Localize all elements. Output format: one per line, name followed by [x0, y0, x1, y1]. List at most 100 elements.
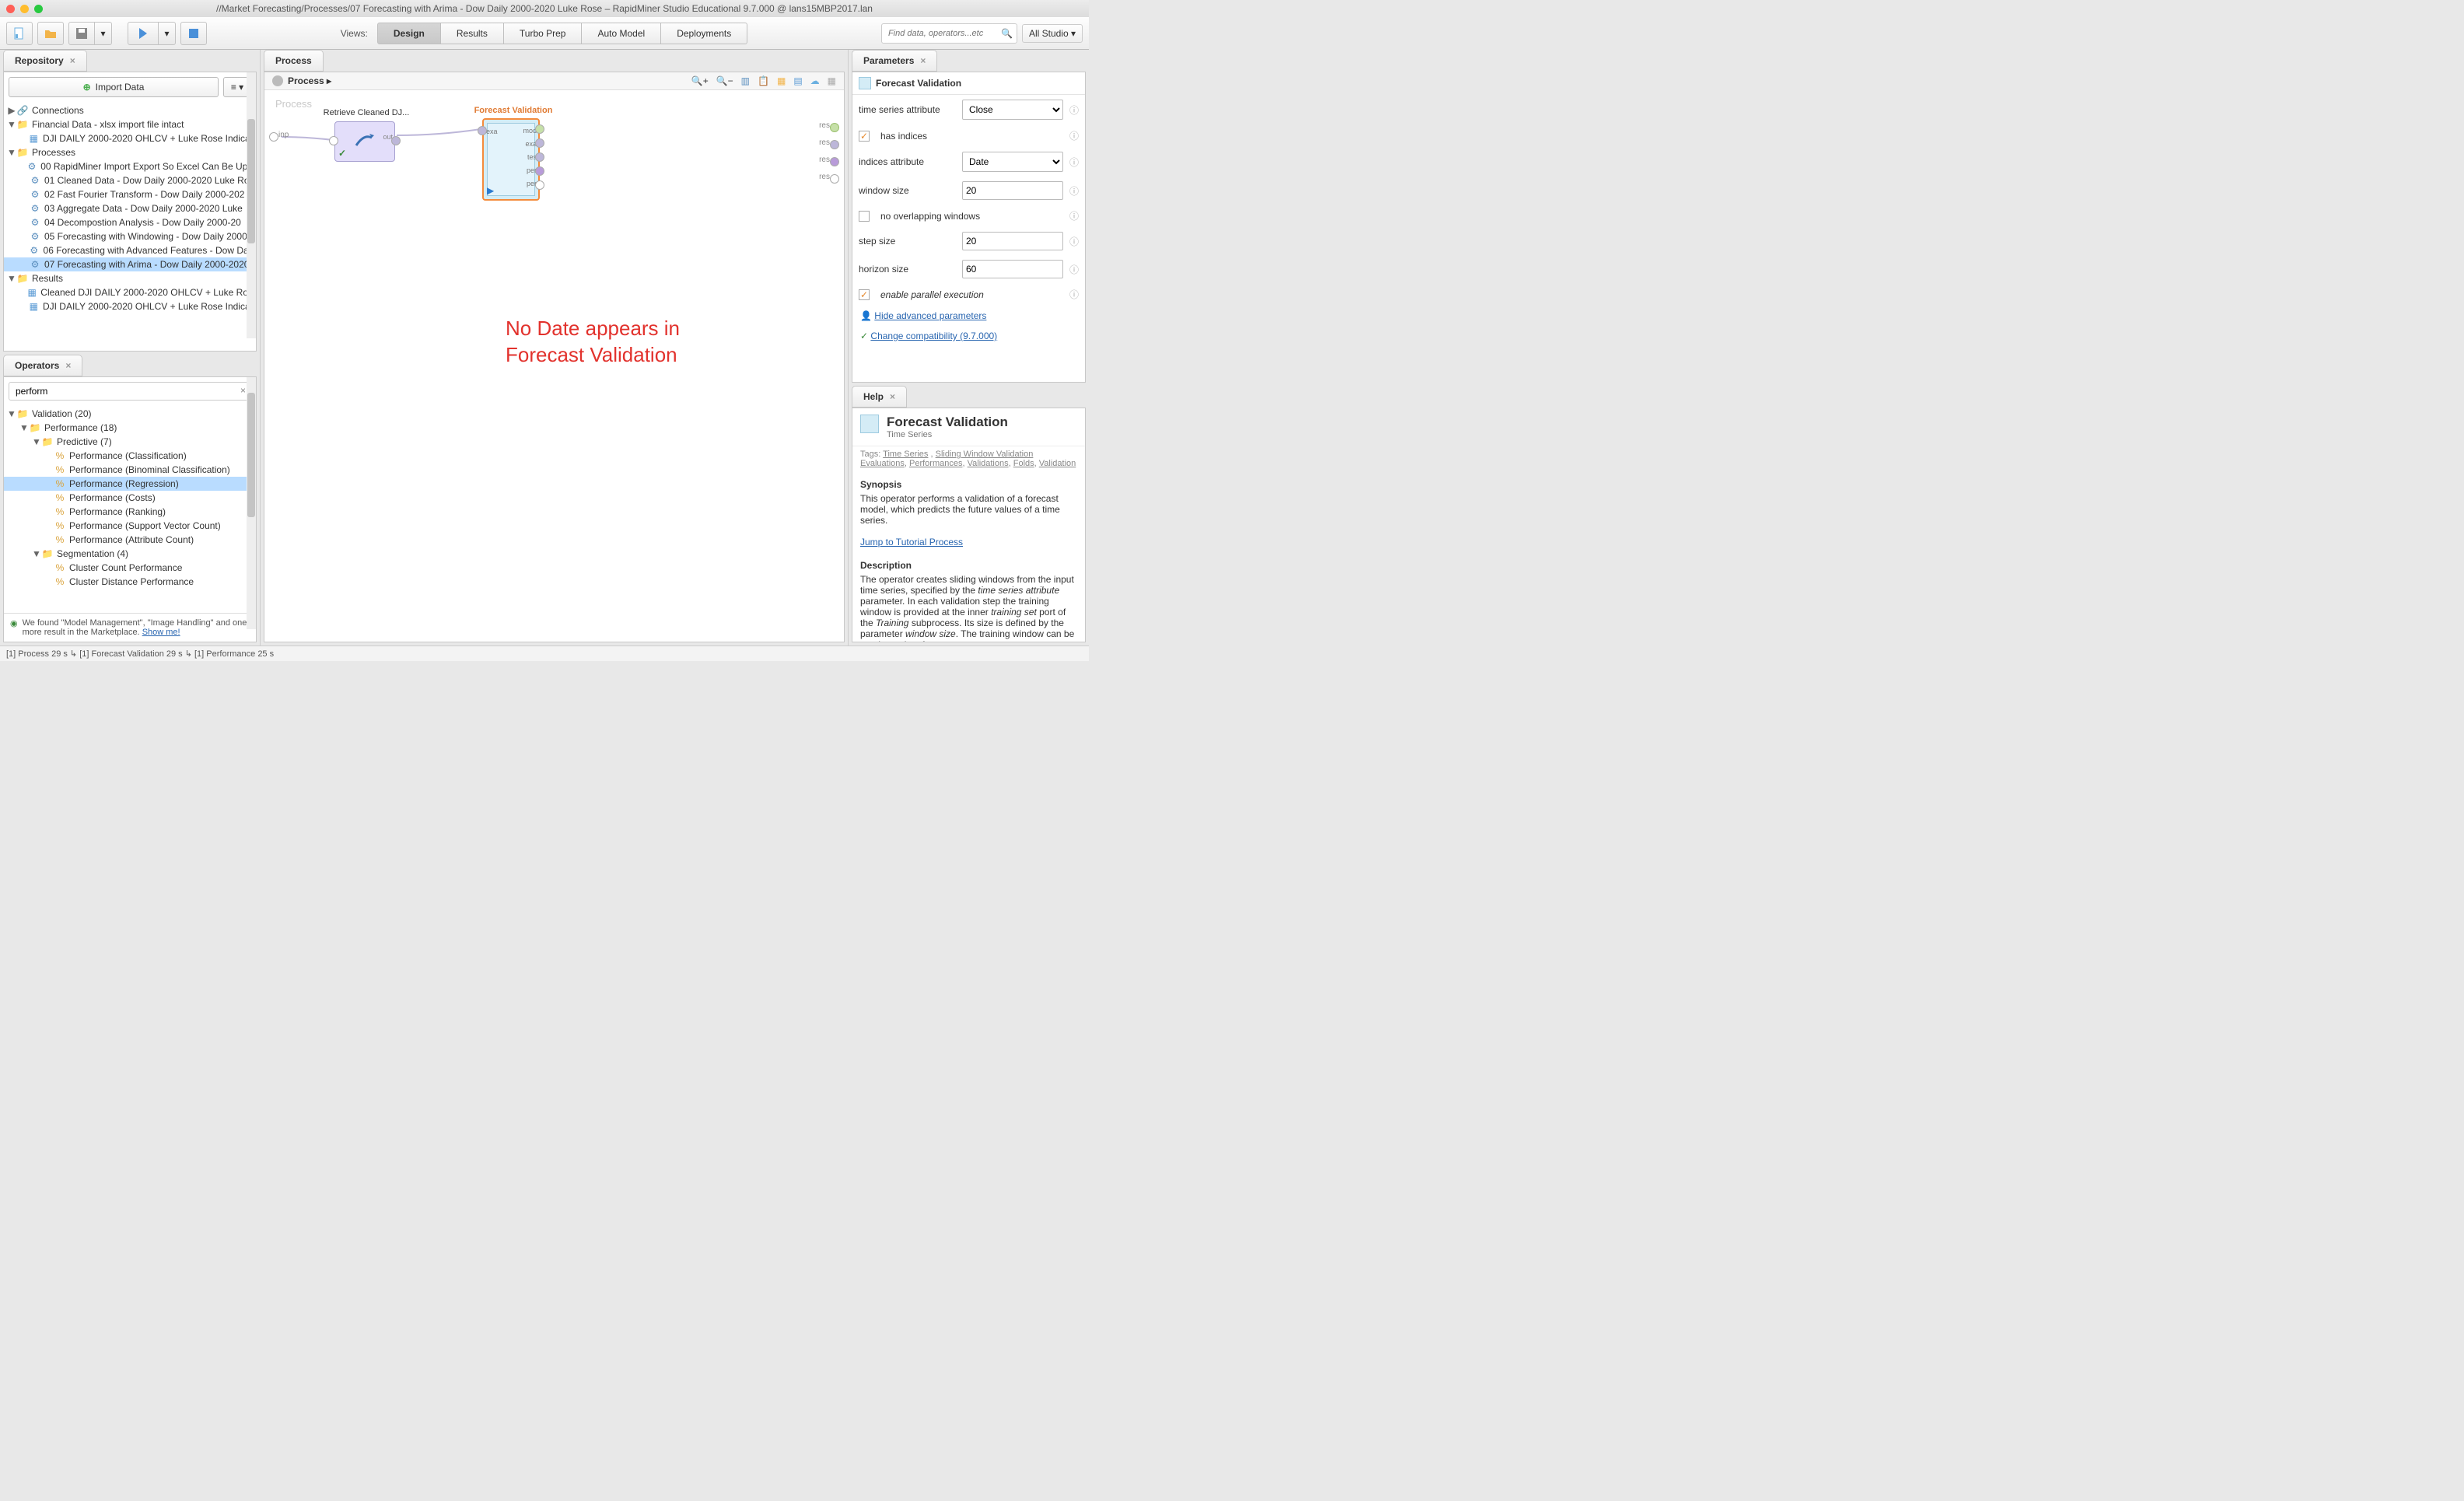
- operator-forecast-validation[interactable]: Forecast Validation exa mod exa tes per …: [482, 118, 540, 201]
- save-dropdown[interactable]: ▾: [95, 22, 112, 45]
- out-port[interactable]: [535, 152, 544, 162]
- view-tab-results[interactable]: Results: [441, 23, 504, 44]
- view-tab-deployments[interactable]: Deployments: [661, 23, 747, 44]
- run-button[interactable]: [128, 22, 159, 45]
- zoom-in-icon[interactable]: 🔍+: [691, 75, 709, 86]
- tree-item[interactable]: ⚙01 Cleaned Data - Dow Daily 2000-2020 L…: [4, 173, 256, 187]
- in-port[interactable]: [329, 136, 338, 145]
- help-icon[interactable]: ⓘ: [1069, 103, 1079, 117]
- stop-button[interactable]: [180, 22, 207, 45]
- hide-advanced-link[interactable]: Hide advanced parameters: [874, 310, 986, 321]
- tree-item[interactable]: %Performance (Classification): [4, 449, 256, 463]
- tree-item[interactable]: %Performance (Attribute Count): [4, 533, 256, 547]
- scrollbar[interactable]: [247, 377, 256, 629]
- input-port[interactable]: [269, 132, 278, 142]
- process-canvas[interactable]: Process inp res res res: [264, 90, 844, 642]
- clipboard-icon[interactable]: 📋: [758, 75, 769, 86]
- tree-item[interactable]: ⚙02 Fast Fourier Transform - Dow Daily 2…: [4, 187, 256, 201]
- window-size-input[interactable]: [962, 181, 1063, 200]
- process-tab[interactable]: Process: [264, 50, 324, 72]
- tree-item[interactable]: %Performance (Costs): [4, 491, 256, 505]
- indices-attribute-select[interactable]: Date: [962, 152, 1063, 172]
- result-port[interactable]: [830, 140, 839, 149]
- tree-item[interactable]: %Cluster Count Performance: [4, 561, 256, 575]
- help-tab[interactable]: Help ×: [852, 386, 907, 408]
- tree-item[interactable]: ▼📁Segmentation (4): [4, 547, 256, 561]
- minimize-window-icon[interactable]: [20, 5, 29, 13]
- grid-icon[interactable]: ▦: [828, 75, 836, 86]
- tree-item[interactable]: ⚙04 Decompostion Analysis - Dow Daily 20…: [4, 215, 256, 229]
- in-port[interactable]: [478, 126, 487, 135]
- tree-item[interactable]: ▦DJI DAILY 2000-2020 OHLCV + Luke Rose I…: [4, 299, 256, 313]
- tag-link[interactable]: Folds: [1013, 459, 1034, 468]
- breadcrumb[interactable]: Process ▸: [288, 75, 331, 86]
- tutorial-link[interactable]: Jump to Tutorial Process: [860, 537, 963, 548]
- close-window-icon[interactable]: [6, 5, 15, 13]
- help-icon[interactable]: ⓘ: [1069, 263, 1079, 276]
- new-process-button[interactable]: [6, 22, 33, 45]
- tree-item[interactable]: ⚙06 Forecasting with Advanced Features -…: [4, 243, 256, 257]
- out-port[interactable]: [535, 138, 544, 148]
- change-compatibility-link[interactable]: Change compatibility (9.7.000): [870, 331, 997, 341]
- tree-item[interactable]: %Performance (Ranking): [4, 505, 256, 519]
- operator-retrieve[interactable]: Retrieve Cleaned DJ... out ✓: [334, 121, 395, 162]
- folder-icon[interactable]: ▦: [777, 75, 786, 86]
- tree-item[interactable]: ▼📁Validation (20): [4, 407, 256, 421]
- help-icon[interactable]: ⓘ: [1069, 129, 1079, 142]
- operator-search[interactable]: ×: [9, 382, 251, 401]
- view-tab-design[interactable]: Design: [377, 23, 441, 44]
- close-icon[interactable]: ×: [890, 391, 895, 402]
- scrollbar[interactable]: [247, 72, 256, 338]
- time-series-attribute-select[interactable]: Close: [962, 100, 1063, 120]
- tree-item[interactable]: ▼📁Predictive (7): [4, 435, 256, 449]
- no-overlap-checkbox[interactable]: [859, 211, 870, 222]
- window-controls[interactable]: [6, 5, 43, 13]
- view-tab-turboprep[interactable]: Turbo Prep: [504, 23, 583, 44]
- tree-item[interactable]: ▦Cleaned DJI DAILY 2000-2020 OHLCV + Luk…: [4, 285, 256, 299]
- tree-item[interactable]: ▼📁Performance (18): [4, 421, 256, 435]
- tag-link[interactable]: Time Series: [883, 450, 928, 459]
- clear-icon[interactable]: ×: [240, 385, 246, 397]
- tag-link[interactable]: Sliding Window Validation: [936, 450, 1034, 459]
- out-port[interactable]: [391, 136, 401, 145]
- tag-link[interactable]: Performances: [909, 459, 962, 468]
- horizon-size-input[interactable]: [962, 260, 1063, 278]
- result-port[interactable]: [830, 174, 839, 184]
- has-indices-checkbox[interactable]: ✓: [859, 131, 870, 142]
- result-port[interactable]: [830, 123, 839, 132]
- search-scope-dropdown[interactable]: All Studio ▾: [1022, 24, 1083, 43]
- repository-tab[interactable]: Repository ×: [3, 50, 87, 72]
- tree-item[interactable]: ⚙07 Forecasting with Arima - Dow Daily 2…: [4, 257, 256, 271]
- operators-tree[interactable]: ▼📁Validation (20)▼📁Performance (18)▼📁Pre…: [4, 405, 256, 613]
- tag-link[interactable]: Evaluations: [860, 459, 905, 468]
- save-button[interactable]: [68, 22, 95, 45]
- tree-item[interactable]: ▼📁Processes: [4, 145, 256, 159]
- tree-item[interactable]: ⚙05 Forecasting with Windowing - Dow Dai…: [4, 229, 256, 243]
- help-icon[interactable]: ⓘ: [1069, 184, 1079, 198]
- out-port[interactable]: [535, 166, 544, 176]
- help-icon[interactable]: ⓘ: [1069, 288, 1079, 301]
- help-icon[interactable]: ⓘ: [1069, 209, 1079, 222]
- run-dropdown[interactable]: ▾: [159, 22, 176, 45]
- help-icon[interactable]: ⓘ: [1069, 156, 1079, 169]
- operators-tab[interactable]: Operators ×: [3, 355, 82, 376]
- tree-item[interactable]: ⚙00 RapidMiner Import Export So Excel Ca…: [4, 159, 256, 173]
- result-port[interactable]: [830, 157, 839, 166]
- step-size-input[interactable]: [962, 232, 1063, 250]
- close-icon[interactable]: ×: [70, 55, 75, 66]
- open-button[interactable]: [37, 22, 64, 45]
- tree-item[interactable]: %Performance (Regression): [4, 477, 256, 491]
- parameters-tab[interactable]: Parameters ×: [852, 50, 937, 72]
- tree-item[interactable]: ▼📁Results: [4, 271, 256, 285]
- parallel-checkbox[interactable]: ✓: [859, 289, 870, 300]
- cloud-icon[interactable]: ☁: [810, 75, 820, 86]
- repository-tree[interactable]: ▶🔗Connections▼📁Financial Data - xlsx imp…: [4, 102, 256, 315]
- global-search-input[interactable]: [887, 28, 1001, 39]
- tree-item[interactable]: %Performance (Support Vector Count): [4, 519, 256, 533]
- tree-item[interactable]: %Cluster Distance Performance: [4, 575, 256, 589]
- layers-icon[interactable]: ▤: [793, 75, 802, 86]
- help-icon[interactable]: ⓘ: [1069, 235, 1079, 248]
- tree-item[interactable]: ▶🔗Connections: [4, 103, 256, 117]
- tree-item[interactable]: ▦DJI DAILY 2000-2020 OHLCV + Luke Rose I…: [4, 131, 256, 145]
- import-data-button[interactable]: ⊕ Import Data: [9, 77, 219, 97]
